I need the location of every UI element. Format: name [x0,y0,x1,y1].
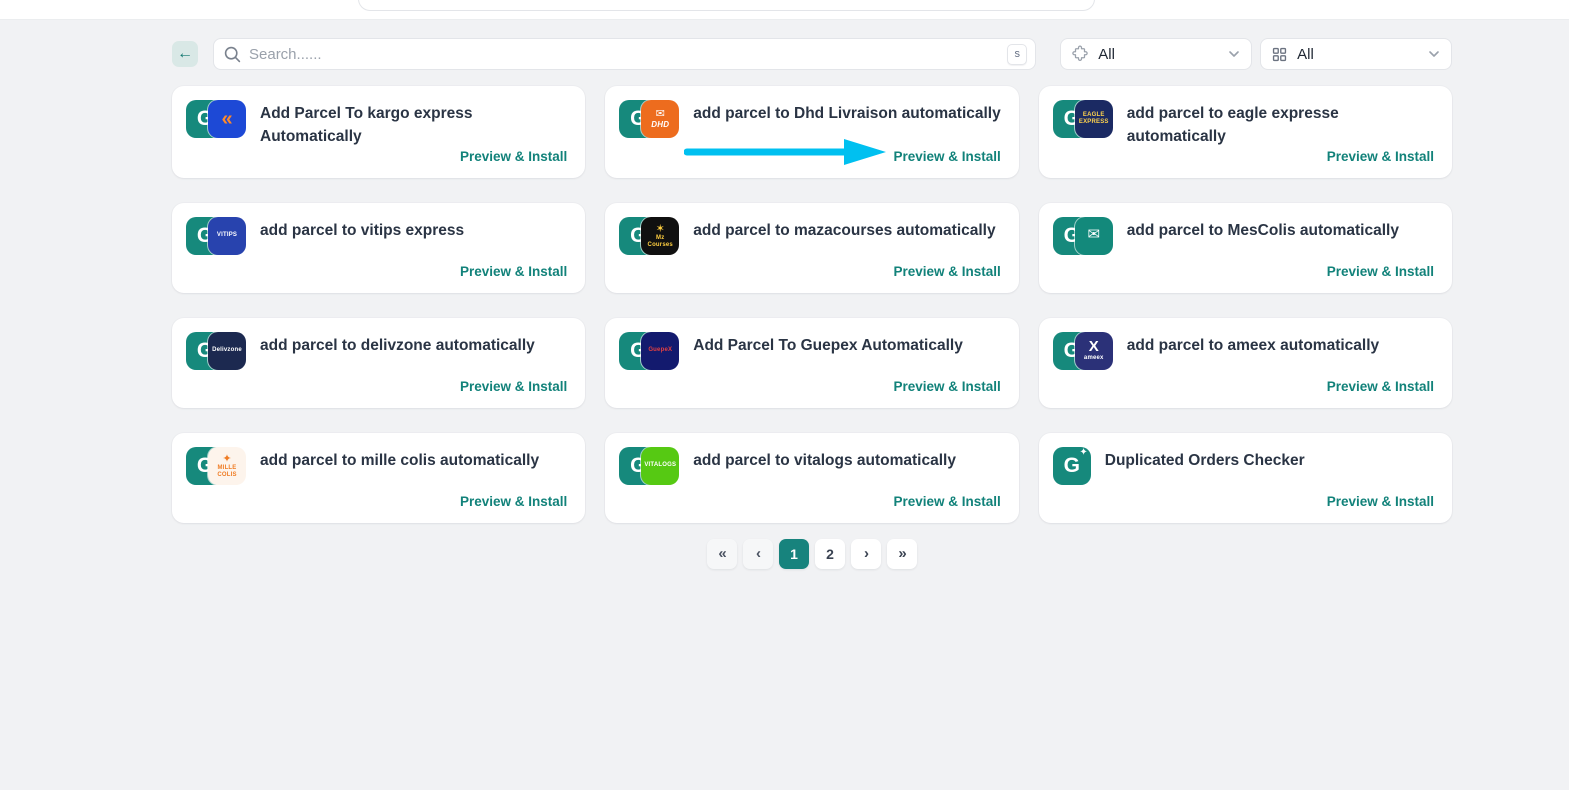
chevron-down-icon [1229,51,1239,57]
puzzle-icon [1072,45,1088,61]
keyboard-shortcut-badge: s [1007,43,1028,65]
app-card-title: Add Parcel To Guepex Automatically [693,336,963,354]
preview-install-link[interactable]: Preview & Install [893,264,1000,280]
app-card-title: add parcel to MesColis automatically [1126,221,1399,239]
app-card: G✦ ✶Mz Courses add parcel to mazacourses… [605,202,1019,293]
app-icon-pair: G✦ Delivzone [186,331,246,370]
search-box[interactable]: s [213,38,1037,70]
preview-install-link[interactable]: Preview & Install [893,494,1000,510]
top-band [0,0,1569,20]
app-card-title: add parcel to mille colis automatically [260,451,540,469]
partner-logo-icon: EAGLE EXPRESS [1074,100,1113,138]
filter-type-value: All [1098,45,1115,63]
partner-logo-icon: ✶ Mz Courses [641,216,680,255]
app-icon-pair: G✦ ✶Mz Courses [619,216,680,255]
app-icon-pair: G✦ ✉ [1052,216,1113,255]
app-card: G✦ « Add Parcel To kargo express Automat… [172,86,586,178]
preview-install-link[interactable]: Preview & Install [1327,379,1434,395]
pagination-next-button[interactable]: › [851,538,881,569]
pagination-prev-button[interactable]: ‹ [743,538,773,569]
app-icon-pair: G✦ GuepeX [619,331,680,370]
preview-install-link[interactable]: Preview & Install [460,379,567,395]
partner-logo-icon: Delivzone [208,331,246,370]
sparkle-icon: ✦ [1079,446,1088,458]
app-card-title: add parcel to vitalogs automatically [693,451,956,469]
filter-category-value: All [1297,45,1314,63]
partner-logo-icon: GuepeX [641,331,680,370]
preview-install-link[interactable]: Preview & Install [1327,149,1434,165]
app-card-title: add parcel to mazacourses automatically [693,221,996,239]
partner-logo-icon: « [208,100,246,138]
app-card-title: Add Parcel To kargo express Automaticall… [260,105,473,146]
partner-logo-icon: VITIPS [208,216,246,255]
app-card: G✦ Xameex add parcel to ameex automatica… [1038,317,1452,408]
pagination-last-button[interactable]: » [887,538,917,569]
gitex-app-icon: G✦ [1052,446,1091,485]
app-icon-pair: G✦ EAGLE EXPRESS [1052,100,1113,138]
app-card-title: add parcel to ameex automatically [1126,336,1380,354]
app-card-title: add parcel to vitips express [260,221,465,239]
app-card-title: add parcel to eagle expresse automatical… [1126,105,1339,146]
app-icon-pair: G ✦ [1052,446,1091,485]
grid-icon [1273,47,1287,61]
app-cards-grid: G✦ « Add Parcel To kargo express Automat… [172,86,1452,523]
app-icon-pair: G✦ VITALOGS [619,446,680,485]
app-card: G✦ ✉ add parcel to MesColis automaticall… [1038,202,1452,293]
pagination-first-button[interactable]: « [707,538,737,569]
search-input[interactable] [249,45,1008,63]
preview-install-link[interactable]: Preview & Install [460,149,567,165]
toolbar: ← s All All [172,38,1452,70]
search-icon [224,46,241,62]
filter-category-dropdown[interactable]: All [1260,38,1452,70]
preview-install-link[interactable]: Preview & Install [893,149,1000,165]
app-card-title: add parcel to Dhd Livraison automaticall… [693,105,1001,122]
partner-logo-icon: ✦ MILLE COLIS [208,446,246,485]
app-card: G✦ ✦MILLE COLIS add parcel to mille coli… [172,432,586,523]
partner-logo-icon: VITALOGS [641,446,680,485]
partner-logo-icon: ✉ DHD [641,100,680,138]
app-card: G✦ ✉DHD add parcel to Dhd Livraison auto… [605,86,1019,178]
app-icon-pair: G✦ ✉DHD [619,100,680,138]
app-card: G✦ GuepeX Add Parcel To Guepex Automatic… [605,317,1019,408]
back-button[interactable]: ← [172,41,198,67]
partner-logo-icon: ✉ [1074,216,1113,255]
app-icon-pair: G✦ Xameex [1052,331,1113,370]
pagination: « ‹ 1 2 › » [172,538,1452,569]
chevron-down-icon [1429,51,1439,57]
app-card: G ✦ Duplicated Orders Checker Preview & I… [1038,432,1452,523]
omnibox-remnant [358,0,1095,11]
filter-type-dropdown[interactable]: All [1060,38,1253,70]
app-card-title: Duplicated Orders Checker [1104,451,1305,469]
app-card: G✦ VITIPS add parcel to vitips express P… [172,202,586,293]
app-card: G✦ Delivzone add parcel to delivzone aut… [172,317,586,408]
preview-install-link[interactable]: Preview & Install [893,379,1000,395]
preview-install-link[interactable]: Preview & Install [1327,264,1434,280]
app-card: G✦ VITALOGS add parcel to vitalogs autom… [605,432,1019,523]
app-icon-pair: G✦ « [186,100,246,138]
partner-logo-icon: Xameex [1074,331,1113,370]
preview-install-link[interactable]: Preview & Install [1327,494,1434,510]
app-icon-pair: G✦ VITIPS [186,216,246,255]
app-card: G✦ EAGLE EXPRESS add parcel to eagle exp… [1038,86,1452,178]
annotation-arrow-icon [683,138,886,165]
preview-install-link[interactable]: Preview & Install [460,494,567,510]
app-icon-pair: G✦ ✦MILLE COLIS [186,446,246,485]
pagination-page-2[interactable]: 2 [815,538,845,569]
arrow-left-icon: ← [177,45,193,62]
app-card-title: add parcel to delivzone automatically [260,336,535,354]
preview-install-link[interactable]: Preview & Install [460,264,567,280]
pagination-page-1[interactable]: 1 [779,538,809,569]
